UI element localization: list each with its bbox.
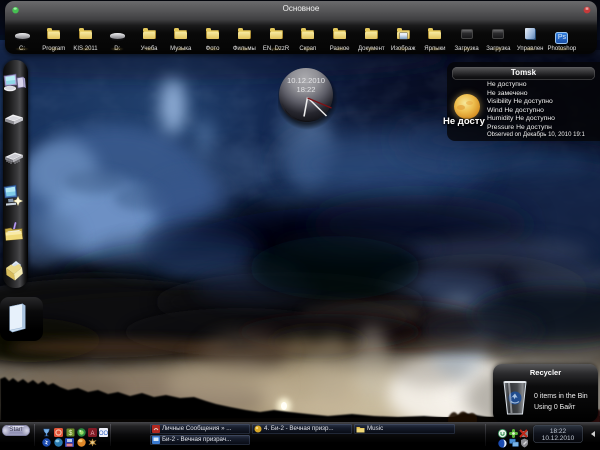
- svg-text:18:22: 18:22: [296, 85, 315, 94]
- svg-text:10.12.2010: 10.12.2010: [287, 76, 325, 85]
- svg-text:OO: OO: [99, 431, 108, 437]
